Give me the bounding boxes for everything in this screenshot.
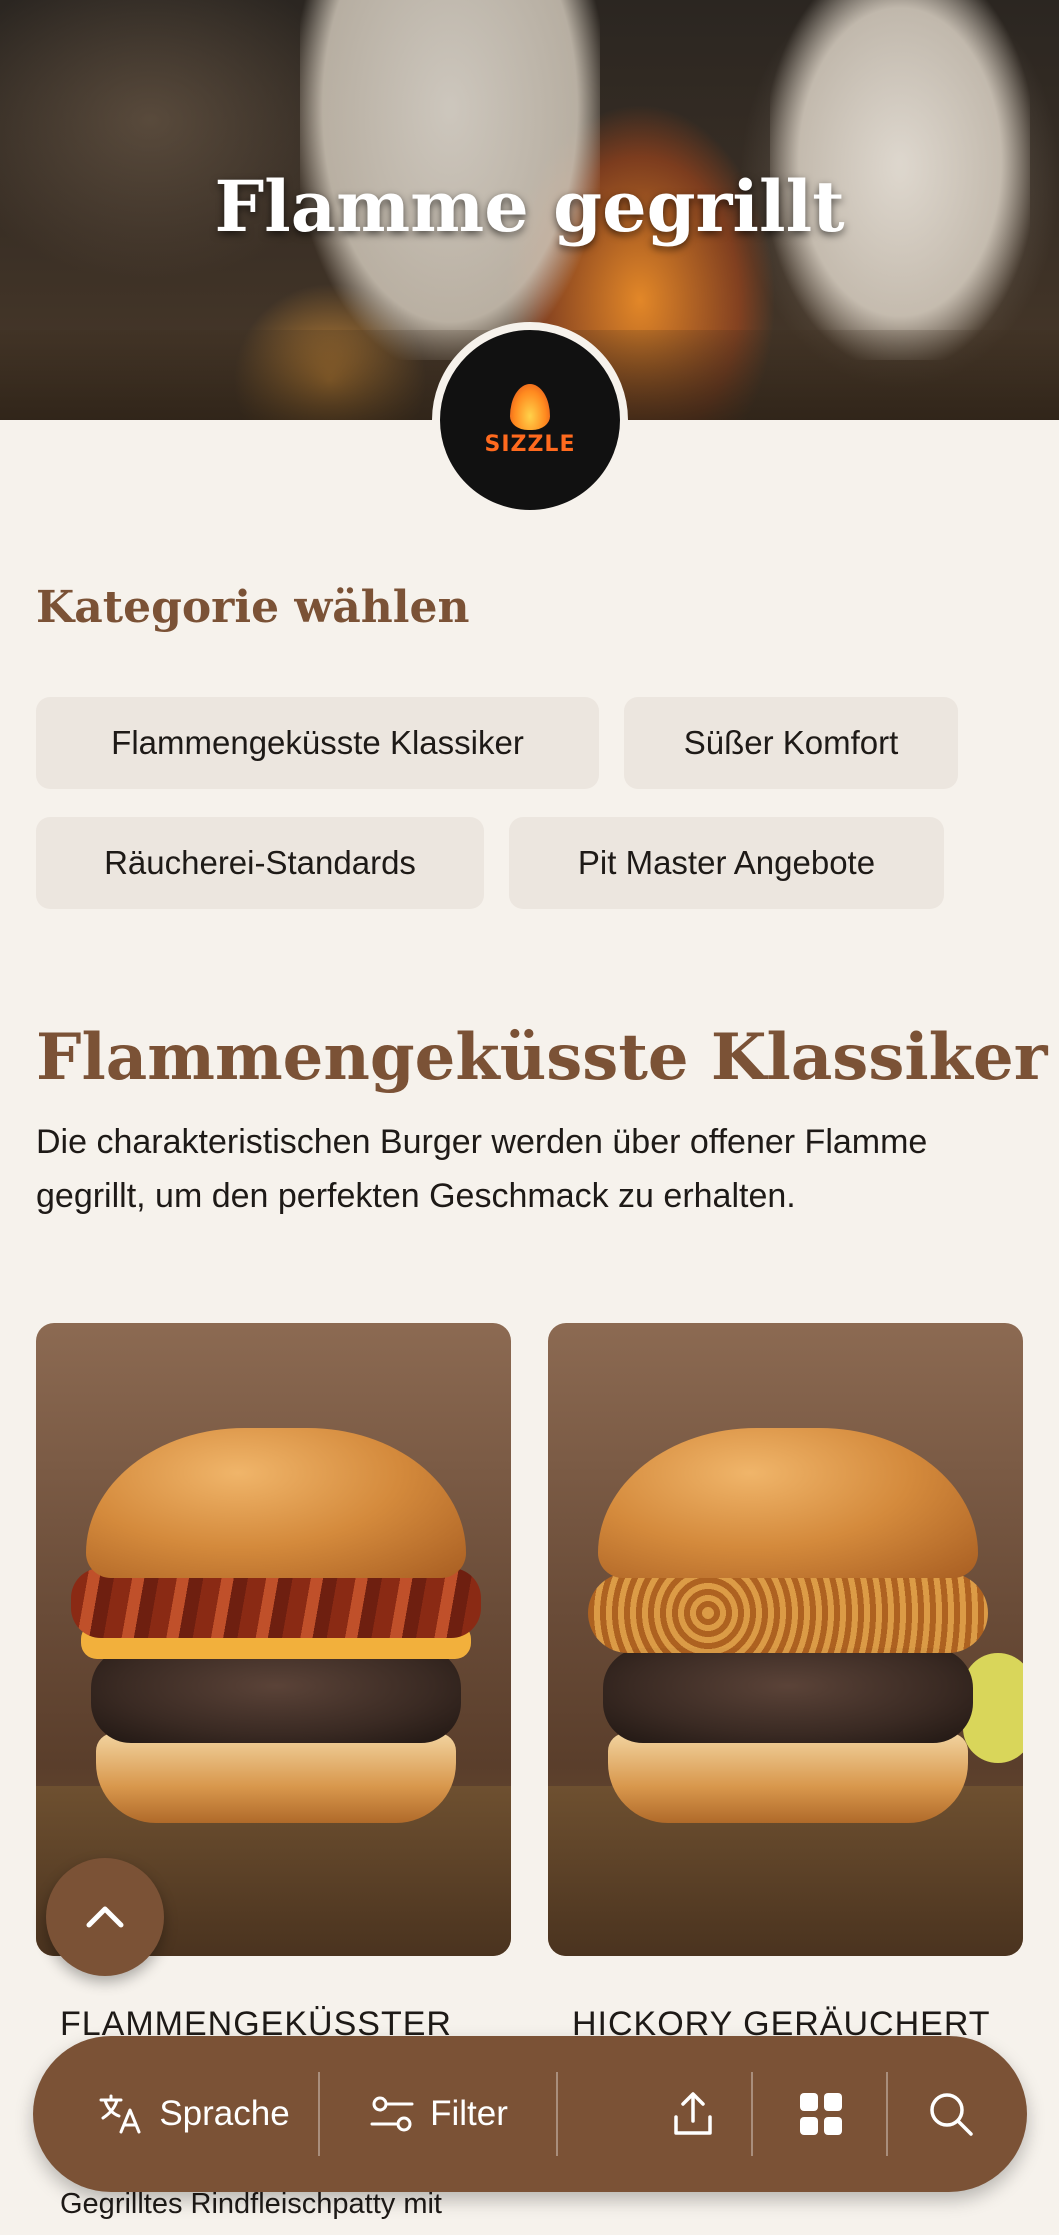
share-button[interactable]	[633, 2036, 753, 2192]
language-label: Sprache	[159, 2094, 290, 2133]
burger-bacon	[71, 1568, 481, 1638]
toolbar-divider	[318, 2072, 320, 2156]
category-chip-label: Räucherei-Standards	[104, 844, 416, 881]
bottom-toolbar: Sprache Filter	[33, 2036, 1027, 2192]
product-image-hickory-geraeuchert[interactable]	[548, 1323, 1023, 1956]
section-title: Flammengeküsste Klassiker	[36, 1020, 1048, 1095]
scroll-top-button[interactable]	[46, 1858, 164, 1976]
grid-icon	[800, 2093, 842, 2135]
filter-button[interactable]: Filter	[323, 2036, 553, 2192]
share-icon	[674, 2092, 712, 2135]
filter-label: Filter	[430, 2094, 508, 2133]
restaurant-logo: SIZZLE	[432, 322, 628, 518]
burger-onion-rings	[588, 1573, 988, 1653]
search-icon	[930, 2093, 973, 2136]
category-chip-raeucherei-standards[interactable]: Räucherei-Standards	[36, 817, 484, 909]
toolbar-divider	[556, 2072, 558, 2156]
language-button[interactable]: Sprache	[71, 2036, 316, 2192]
grid-view-button[interactable]	[761, 2036, 881, 2192]
flame-icon	[510, 383, 550, 430]
burger-patty	[603, 1648, 973, 1743]
translate-icon	[99, 2094, 141, 2134]
hero-title: Flamme gegrillt	[214, 165, 845, 248]
category-heading: Kategorie wählen	[36, 582, 470, 633]
burger-patty	[91, 1648, 461, 1743]
category-chip-label: Pit Master Angebote	[577, 844, 876, 881]
category-chip-pit-master-angebote[interactable]: Pit Master Angebote	[509, 817, 944, 909]
product-description: Gegrilltes Rindfleischpatty mit	[60, 2188, 442, 2220]
logo-text: SIZZLE	[484, 431, 576, 457]
category-chip-label: Süßer Komfort	[683, 724, 899, 761]
section-description: Die charakteristischen Burger werden übe…	[36, 1123, 928, 1215]
category-chip-flammengekuesste-klassiker[interactable]: Flammengeküsste Klassiker	[36, 697, 599, 789]
search-button[interactable]	[891, 2036, 1011, 2192]
chevron-up-icon	[86, 1906, 124, 1928]
toolbar-divider	[886, 2072, 888, 2156]
burger-bun-bottom	[96, 1733, 456, 1823]
category-chip-label: Flammengeküsste Klassiker	[111, 724, 524, 761]
filter-icon	[370, 2096, 414, 2132]
category-chip-suesser-komfort[interactable]: Süßer Komfort	[624, 697, 958, 789]
toolbar-divider	[751, 2072, 753, 2156]
burger-bun-bottom	[608, 1733, 968, 1823]
